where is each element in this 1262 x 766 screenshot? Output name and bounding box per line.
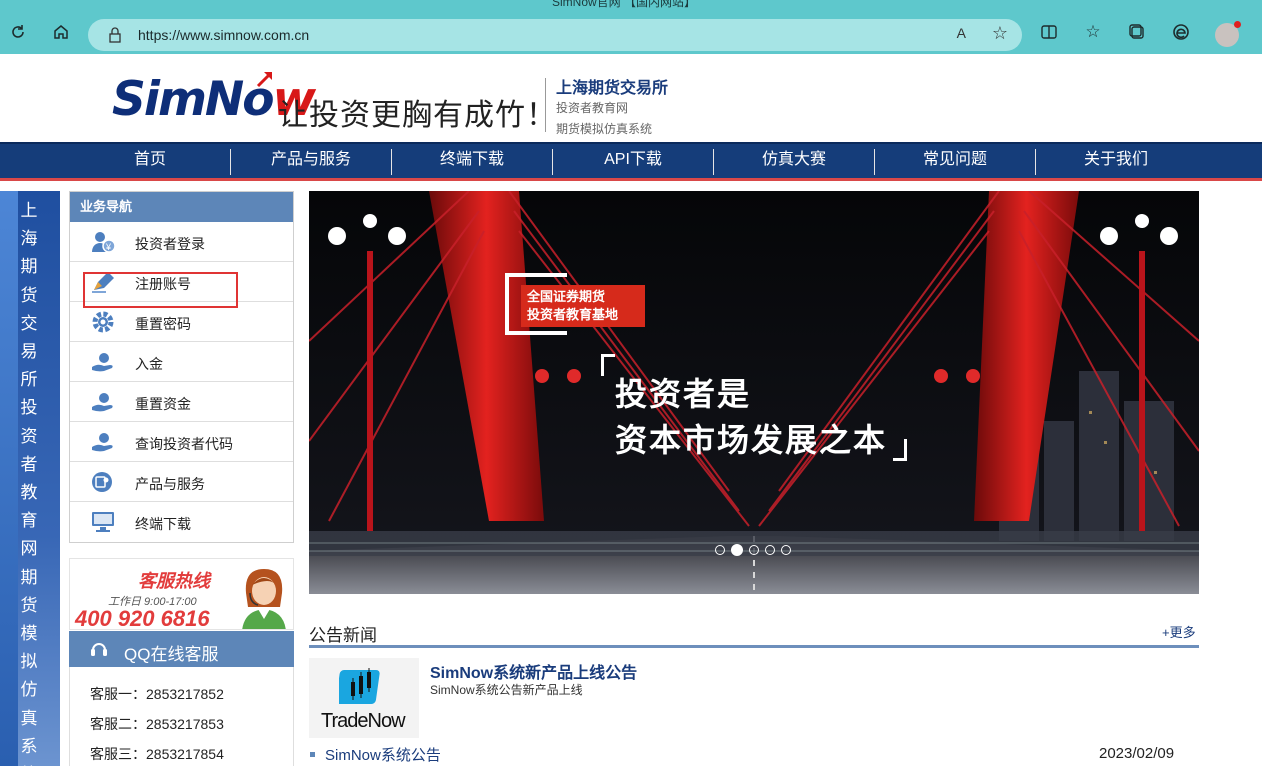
nav-api-download[interactable]: API下载 (553, 144, 713, 178)
news-date: 2023/02/09 (1099, 745, 1175, 762)
news-headline[interactable]: SimNow系统新产品上线公告 (430, 659, 637, 683)
nav-contest[interactable]: 仿真大赛 (714, 144, 874, 178)
svg-text:¥: ¥ (105, 242, 112, 252)
site-header: SimNow 让投资更胸有成竹！ 上海期货交易所 投资者教育网 期货模拟仿真系统 (0, 54, 1262, 142)
business-nav-title: 业务导航 (70, 192, 293, 222)
nav-products[interactable]: 产品与服务 (231, 144, 391, 178)
banner-strip (0, 191, 18, 766)
slogan: 让投资更胸有成竹！ (278, 98, 557, 133)
url-text[interactable]: https://www.simnow.com.cn (138, 27, 309, 43)
hero-headline-1: 投资者是 (615, 376, 752, 412)
qq-service-row[interactable]: 客服三：2853217854 (90, 744, 224, 764)
address-bar[interactable]: https://www.simnow.com.cn A ☆ (88, 19, 1022, 51)
vertical-banner-text: 上海期货交易所投资者教育网期货模拟仿真系统 (20, 201, 38, 766)
carousel-dots (715, 544, 791, 556)
qq-service-header[interactable]: QQ在线客服 (69, 631, 294, 667)
biz-item-label: 重置密码 (135, 316, 191, 332)
add-favorite-icon[interactable]: ☆ (992, 23, 1008, 44)
refresh-icon[interactable] (4, 18, 32, 46)
edge-icon[interactable] (1167, 18, 1195, 46)
list-bullet (310, 752, 315, 757)
carousel-dot[interactable] (765, 545, 775, 555)
tradenow-chart-icon (339, 668, 380, 704)
product-service-icon (92, 472, 112, 492)
monitor-icon (92, 512, 114, 532)
hand-coin-icon (92, 393, 113, 412)
collections-icon[interactable] (1123, 18, 1151, 46)
biz-item-label: 投资者登录 (135, 236, 205, 252)
news-divider (309, 645, 1199, 648)
biz-item-products[interactable]: 产品与服务 (70, 462, 293, 502)
hand-coin-icon (92, 433, 113, 452)
read-aloud-icon[interactable]: A (957, 25, 966, 41)
lock-icon (109, 27, 121, 43)
profile-icon[interactable] (1215, 21, 1241, 47)
hero-tag-line1: 全国证券期货 (527, 289, 606, 304)
nav-faq[interactable]: 常见问题 (875, 144, 1035, 178)
agent-avatar (242, 569, 286, 629)
hero-headline-2: 资本市场发展之本 (615, 422, 888, 458)
header-divider (545, 78, 546, 132)
home-icon[interactable] (47, 18, 75, 46)
qq-service-row[interactable]: 客服二：2853217853 (90, 714, 224, 734)
org-subtitle-1: 投资者教育网 (556, 101, 629, 115)
qq-service-list: 客服一：2853217852 客服二：2853217853 客服三：285321… (69, 667, 294, 766)
hand-coin-icon (92, 353, 113, 372)
news-subline: SimNow系统公告新产品上线 (430, 683, 583, 697)
browser-toolbar: https://www.simnow.com.cn A ☆ ☆ (0, 10, 1262, 54)
carousel-dot[interactable] (715, 545, 725, 555)
qq-service-row[interactable]: 客服一：2853217852 (90, 684, 224, 704)
biz-item-label: 产品与服务 (135, 476, 205, 492)
news-list-item[interactable]: SimNow系统公告 (325, 744, 441, 765)
browser-title-bar: SimNow官网 【国内网站】 (0, 0, 1262, 10)
biz-item-investor-login[interactable]: ¥ 投资者登录 (70, 222, 293, 262)
qq-service-title: QQ在线客服 (124, 645, 219, 664)
headset-icon (91, 643, 107, 656)
hotline-number: 400 920 6816 (75, 606, 210, 630)
side-vertical-banner[interactable]: 上海期货交易所投资者教育网期货模拟仿真系统 (0, 191, 60, 766)
biz-item-query-code[interactable]: 查询投资者代码 (70, 422, 293, 462)
biz-item-reset-password[interactable]: 重置密码 (70, 302, 293, 342)
quote-close (893, 439, 907, 461)
hero-tag-line2: 投资者教育基地 (527, 307, 619, 322)
biz-item-reset-funds[interactable]: 重置资金 (70, 382, 293, 422)
highlight-box (83, 272, 238, 308)
hero-bridge-image (309, 191, 1199, 594)
biz-item-terminal-download[interactable]: 终端下载 (70, 502, 293, 542)
business-nav-panel: 业务导航 ¥ 投资者登录 注册账号 重置密码 入金 重置资金 查询投资者代码 产… (69, 191, 294, 543)
biz-item-label: 终端下载 (135, 516, 191, 532)
quote-open (601, 354, 615, 376)
main-nav: 首页 产品与服务 终端下载 API下载 仿真大赛 常见问题 关于我们 (0, 142, 1262, 178)
hero-carousel[interactable]: 全国证券期货 投资者教育基地 投资者是 资本市场发展之本 (309, 191, 1199, 594)
org-subtitle-2: 期货模拟仿真系统 (556, 122, 653, 136)
nav-underline (0, 178, 1262, 181)
nav-about[interactable]: 关于我们 (1036, 144, 1196, 178)
carousel-dot-active[interactable] (731, 544, 743, 556)
hotline-card: 客服热线 工作日 9:00-17:00 400 920 6816 (69, 558, 294, 630)
gear-icon (92, 311, 114, 333)
news-more-link[interactable]: +更多 (1162, 622, 1196, 641)
tradenow-logo[interactable]: TradeNow (309, 658, 419, 738)
biz-item-deposit[interactable]: 入金 (70, 342, 293, 382)
carousel-dot[interactable] (781, 545, 791, 555)
nav-home[interactable]: 首页 (70, 144, 230, 178)
hero-tag: 全国证券期货 投资者教育基地 (521, 285, 645, 327)
news-section-title: 公告新闻 (309, 626, 377, 645)
nav-terminal-download[interactable]: 终端下载 (392, 144, 552, 178)
user-login-icon: ¥ (92, 232, 116, 253)
split-screen-icon[interactable] (1035, 18, 1063, 46)
biz-item-label: 重置资金 (135, 396, 191, 412)
tradenow-text: TradeNow (321, 710, 406, 732)
tab-title: SimNow官网 【国内网站】 (552, 0, 697, 9)
biz-item-label: 入金 (135, 356, 163, 372)
logo-arrow-icon (256, 72, 272, 88)
org-name: 上海期货交易所 (556, 80, 669, 97)
hotline-title: 客服热线 (138, 571, 210, 591)
biz-item-label: 查询投资者代码 (135, 436, 233, 452)
favorites-icon[interactable]: ☆ (1079, 18, 1107, 46)
carousel-dot[interactable] (749, 545, 759, 555)
